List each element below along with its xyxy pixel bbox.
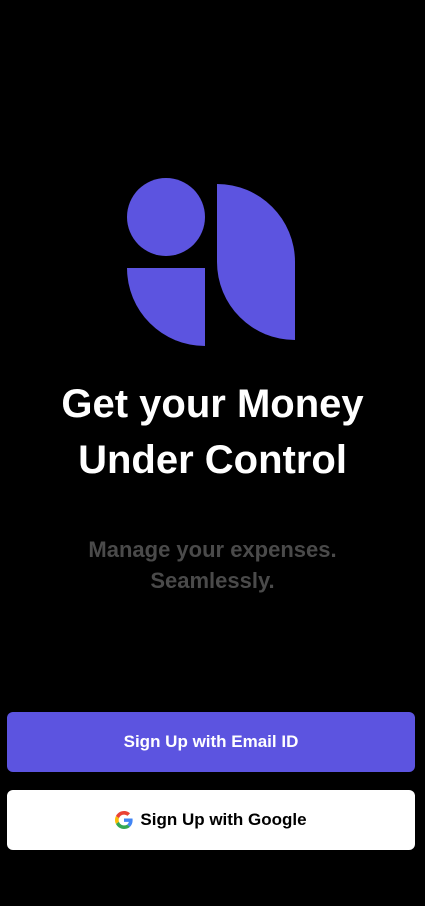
headline-line-1: Get your Money (61, 382, 364, 426)
headline-line-2: Under Control (78, 438, 347, 482)
headline: Get your Money Under Control (0, 376, 425, 488)
sign-up-email-button[interactable]: Sign Up with Email ID (7, 712, 415, 772)
google-icon (115, 811, 134, 829)
subtitle-line-2: Seamlessly. (150, 568, 275, 593)
subtitle-line-1: Manage your expenses. (88, 537, 337, 562)
sign-up-google-button[interactable]: Sign Up with Google (7, 790, 415, 850)
sign-up-email-label: Sign Up with Email ID (123, 732, 299, 751)
brand-logo-icon (127, 178, 295, 346)
subtitle: Manage your expenses. Seamlessly. (0, 534, 425, 596)
sign-up-google-label: Sign Up with Google (140, 810, 307, 829)
